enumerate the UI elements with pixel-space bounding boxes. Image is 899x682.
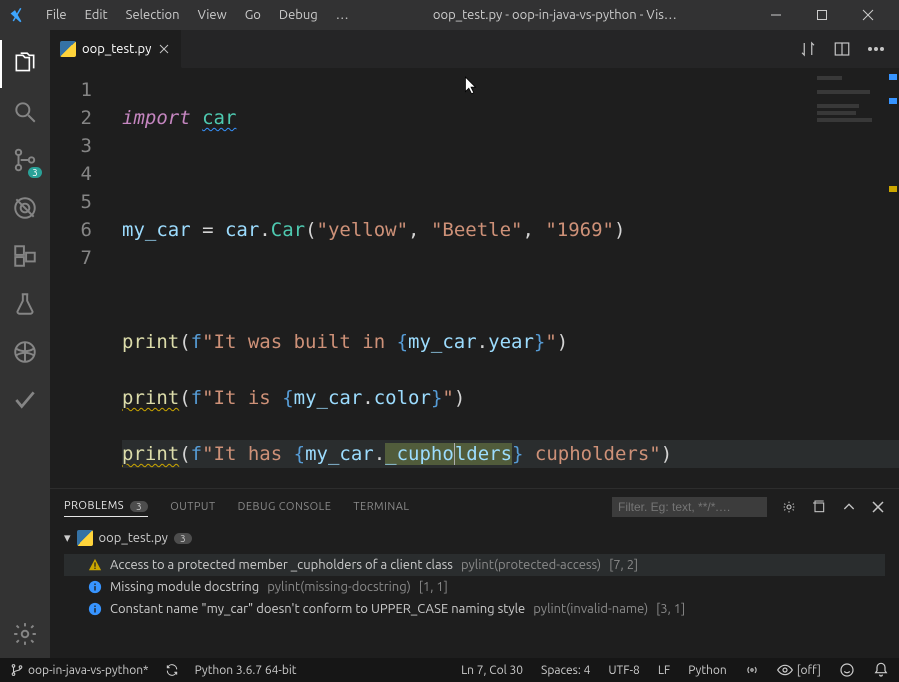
compare-changes-icon[interactable]: [799, 40, 817, 58]
python-file-icon: [77, 530, 93, 546]
code-content[interactable]: import car my_car = car.Car("yellow", "B…: [110, 68, 899, 488]
sync-icon: [165, 663, 179, 677]
problems-body: ▾ oop_test.py 3 Access to a protected me…: [50, 524, 899, 658]
problem-file-group[interactable]: ▾ oop_test.py 3: [64, 530, 885, 546]
chevron-down-icon: ▾: [64, 531, 71, 546]
problem-item[interactable]: Access to a protected member _cupholders…: [64, 554, 885, 576]
problems-filter-input[interactable]: [612, 497, 767, 517]
code-line: print(f"It has {my_car._cupholders} cuph…: [122, 440, 899, 468]
status-sync[interactable]: [165, 663, 179, 677]
titlebar: File Edit Selection View Go Debug … oop_…: [0, 0, 899, 30]
status-python[interactable]: Python 3.6.7 64-bit: [195, 664, 297, 677]
editor-actions: [799, 30, 899, 68]
panel-tabs: PROBLEMS 3 OUTPUT DEBUG CONSOLE TERMINAL: [50, 489, 899, 524]
warning-icon: [88, 558, 102, 572]
scm-badge: 3: [28, 167, 42, 178]
debug-icon[interactable]: [0, 184, 50, 232]
python-file-icon: [60, 41, 76, 57]
extensions-icon[interactable]: [0, 232, 50, 280]
explorer-icon[interactable]: [0, 40, 50, 88]
tab-oop-test[interactable]: oop_test.py: [50, 30, 182, 68]
panel-tab-output[interactable]: OUTPUT: [170, 501, 215, 513]
problem-file-name: oop_test.py: [99, 531, 168, 545]
activity-bar: 3: [0, 30, 50, 658]
minimize-button[interactable]: [753, 0, 799, 30]
panel-close-icon[interactable]: [871, 500, 885, 514]
settings-gear-icon[interactable]: [0, 610, 50, 658]
menu-more[interactable]: …: [328, 4, 357, 26]
split-editor-icon[interactable]: [833, 40, 851, 58]
bell-icon[interactable]: [873, 662, 889, 678]
code-line: print(f"It was built in {my_car.year}"): [122, 328, 899, 356]
problem-item[interactable]: Missing module docstring pylint(missing-…: [64, 576, 885, 598]
panel-tab-debug-console[interactable]: DEBUG CONSOLE: [238, 501, 332, 513]
broadcast-icon: [745, 663, 759, 677]
bottom-panel: PROBLEMS 3 OUTPUT DEBUG CONSOLE TERMINAL…: [50, 488, 899, 658]
vscode-logo-icon: [8, 6, 26, 24]
window-title: oop_test.py - oop-in-java-vs-python - Vi…: [357, 8, 753, 22]
problems-count-badge: 3: [130, 501, 148, 512]
status-preview[interactable]: [off]: [777, 664, 821, 677]
tab-close-icon[interactable]: [157, 42, 171, 56]
status-indent[interactable]: Spaces: 4: [541, 664, 590, 677]
chevron-up-icon[interactable]: [841, 499, 857, 515]
editor-group: oop_test.py 1 2 3 4 5 6 7 import car my_…: [50, 30, 899, 658]
menu-file[interactable]: File: [38, 4, 75, 26]
status-bar: oop-in-java-vs-python* Python 3.6.7 64-b…: [0, 658, 899, 682]
status-preview-eye[interactable]: [745, 663, 759, 677]
main-area: 3 oop_test.py: [0, 30, 899, 658]
code-line: import car: [122, 104, 899, 132]
window-controls: [753, 0, 891, 30]
menu-bar: File Edit Selection View Go Debug …: [38, 4, 357, 26]
status-cursor-pos[interactable]: Ln 7, Col 30: [461, 664, 523, 677]
eye-icon: [777, 664, 793, 676]
more-actions-icon[interactable]: [867, 46, 885, 52]
panel-tab-problems[interactable]: PROBLEMS 3: [64, 500, 148, 517]
line-gutter: 1 2 3 4 5 6 7: [50, 68, 110, 488]
code-line: [122, 272, 899, 300]
minimap[interactable]: [817, 76, 887, 206]
info-icon: [88, 580, 102, 594]
overview-ruler[interactable]: [887, 68, 899, 488]
status-encoding[interactable]: UTF-8: [608, 664, 639, 677]
menu-view[interactable]: View: [190, 4, 235, 26]
menu-go[interactable]: Go: [237, 4, 269, 26]
close-button[interactable]: [845, 0, 891, 30]
code-line: print(f"It is {my_car.color}"): [122, 384, 899, 412]
maximize-button[interactable]: [799, 0, 845, 30]
menu-selection[interactable]: Selection: [118, 4, 188, 26]
code-editor[interactable]: 1 2 3 4 5 6 7 import car my_car = car.Ca…: [50, 68, 899, 488]
menu-edit[interactable]: Edit: [77, 4, 116, 26]
git-branch-icon: [10, 663, 24, 677]
menu-debug[interactable]: Debug: [271, 4, 326, 26]
problem-item[interactable]: Constant name "my_car" doesn't conform t…: [64, 598, 885, 620]
editor-tabs: oop_test.py: [50, 30, 899, 68]
panel-tab-terminal[interactable]: TERMINAL: [353, 501, 409, 513]
filter-settings-icon[interactable]: [781, 499, 797, 515]
status-eol[interactable]: LF: [658, 664, 670, 677]
feedback-smiley-icon[interactable]: [839, 662, 855, 678]
code-line: [122, 160, 899, 188]
test-icon[interactable]: [0, 280, 50, 328]
collapse-all-icon[interactable]: [811, 499, 827, 515]
problem-file-count: 3: [174, 533, 192, 544]
code-line: my_car = car.Car("yellow", "Beetle", "19…: [122, 216, 899, 244]
live-share-icon[interactable]: [0, 328, 50, 376]
tab-filename: oop_test.py: [82, 42, 151, 56]
info-icon: [88, 602, 102, 616]
status-branch[interactable]: oop-in-java-vs-python*: [10, 663, 149, 677]
checkmark-icon[interactable]: [0, 376, 50, 424]
status-language[interactable]: Python: [688, 664, 727, 677]
search-icon[interactable]: [0, 88, 50, 136]
source-control-icon[interactable]: 3: [0, 136, 50, 184]
